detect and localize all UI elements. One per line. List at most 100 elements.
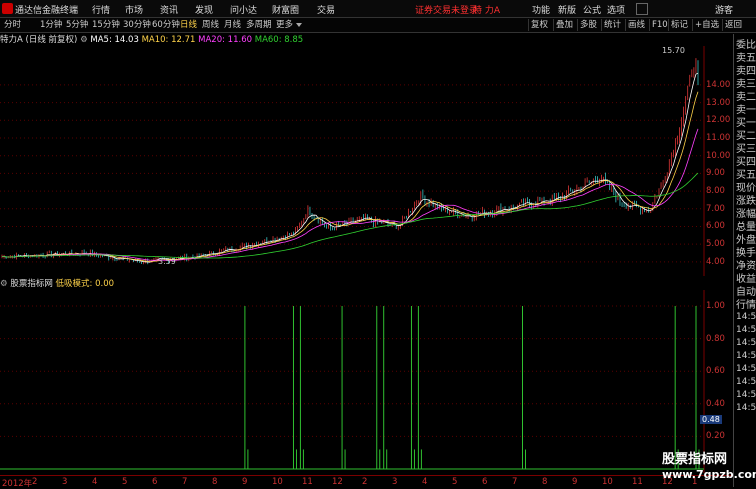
- chart-header: 特力A (日线 前复权) ⚙ MA5: 14.03 MA10: 12.71 MA…: [0, 34, 303, 46]
- ma20-label: MA20: 11.60: [198, 35, 253, 45]
- app-title: 通达信金融终端: [15, 6, 79, 16]
- date-label: 2012年: [2, 479, 33, 489]
- price-tick: 11.00: [706, 133, 731, 143]
- window-icon[interactable]: [636, 3, 648, 15]
- menu-shichang[interactable]: 市场: [125, 3, 143, 16]
- price-tick: 10.00: [706, 150, 731, 161]
- tick-time: 14:50: [736, 403, 756, 413]
- date-label: 6: [152, 477, 158, 487]
- period-weekly[interactable]: 周线: [202, 19, 219, 31]
- period-1min[interactable]: 1分钟: [40, 19, 62, 31]
- price-tick: 7.00: [706, 203, 725, 214]
- tick-time: 14:50: [736, 338, 756, 348]
- period-60min[interactable]: 60分钟: [152, 19, 180, 31]
- menu-gongshi[interactable]: 公式: [583, 3, 601, 16]
- date-label: 4: [92, 477, 98, 487]
- menu-faxian[interactable]: 发现: [195, 3, 213, 16]
- period-15min[interactable]: 15分钟: [92, 19, 120, 31]
- date-label: 10: [272, 477, 283, 487]
- stats-button[interactable]: 统计: [601, 19, 623, 31]
- menu-zixun[interactable]: 资讯: [160, 3, 178, 16]
- mark-button[interactable]: 标记: [668, 19, 690, 31]
- date-label: 5: [452, 477, 458, 487]
- gear-icon[interactable]: ⚙: [80, 35, 88, 45]
- tick-time: 14:50: [736, 364, 756, 374]
- price-tick: 5.00: [706, 239, 725, 250]
- date-label: 10: [602, 477, 613, 487]
- add-watchlist-button[interactable]: +自选: [692, 19, 721, 31]
- price-tick: 14.00: [706, 79, 731, 90]
- back-button[interactable]: 返回: [722, 19, 744, 31]
- app-logo-icon: [2, 3, 13, 14]
- high-price-label: 15.70: [662, 46, 685, 55]
- multi-stock-button[interactable]: 多股: [577, 19, 599, 31]
- draw-button[interactable]: 画线: [625, 19, 647, 31]
- chart-mode: (日线 前复权): [25, 35, 78, 45]
- sub-chart-header: ⚙ 股票指标网 低吸模式: 0.00: [0, 278, 114, 290]
- menu-xuanxiang[interactable]: 选项: [607, 3, 625, 16]
- login-status[interactable]: 证券交易未登录: [415, 3, 478, 16]
- menu-jiaoyi[interactable]: 交易: [317, 3, 335, 16]
- sub-current-value: 0.48: [700, 415, 722, 424]
- tick-time: 14:50: [736, 390, 756, 400]
- quote-panel: 委比 卖五 卖四 卖三 卖二 卖一 买一 买二 买三 买四 买五 现价 涨跌 涨幅 总量 外盘 换手 净资 收益 自动…: [733, 34, 756, 487]
- sub-tick: 0.60: [706, 366, 725, 377]
- tick-time: 14:50: [736, 351, 756, 361]
- date-label: 9: [242, 477, 248, 487]
- period-5min[interactable]: 5分钟: [66, 19, 88, 31]
- period-daily[interactable]: 日线: [180, 19, 197, 31]
- date-label: 8: [542, 477, 548, 487]
- sub-tick: 0.40: [706, 398, 725, 409]
- ma-line: [1, 172, 699, 259]
- period-monthly[interactable]: 月线: [224, 19, 241, 31]
- kline-chart[interactable]: [0, 46, 733, 276]
- tick-time: 14:50: [736, 325, 756, 335]
- price-tick: 13.00: [706, 97, 731, 108]
- price-tick: 9.00: [706, 168, 725, 179]
- indicator-chart[interactable]: [0, 290, 733, 473]
- overlay-button[interactable]: 叠加: [553, 19, 575, 31]
- sub-tick: 0.20: [706, 431, 725, 442]
- date-label: 6: [482, 477, 488, 487]
- ma5-label: MA5: 14.03: [90, 35, 139, 45]
- price-tick: 12.00: [706, 115, 731, 126]
- date-label: 7: [182, 477, 188, 487]
- menu-caifuquan[interactable]: 财富圈: [272, 3, 299, 16]
- price-tick: 8.00: [706, 186, 725, 197]
- sub-tick: 1.00: [706, 301, 725, 311]
- date-label: 9: [572, 477, 578, 487]
- f10-button[interactable]: F10: [649, 19, 670, 31]
- low-price-label: 3.59: [158, 257, 176, 266]
- date-label: 3: [392, 477, 398, 487]
- chevron-down-icon[interactable]: [296, 23, 302, 27]
- date-label: 3: [62, 477, 68, 487]
- fuquan-button[interactable]: 复权: [528, 19, 550, 31]
- menu-hangqing[interactable]: 行情: [92, 3, 110, 16]
- guest-label[interactable]: 游客: [715, 3, 733, 16]
- date-axis: 2012年 2 3 4 5 6 7 8 9 10 11 12 2 3 4 5 6 7 8 9 10 11 12 1: [0, 475, 733, 489]
- ma10-label: MA10: 12.71: [141, 35, 196, 45]
- menu-wenxiaoda[interactable]: 问小达: [230, 3, 257, 16]
- period-more[interactable]: 更多: [276, 19, 293, 31]
- date-label: 11: [632, 477, 643, 487]
- period-30min[interactable]: 30分钟: [123, 19, 151, 31]
- sub-title: 股票指标网: [10, 279, 53, 289]
- sub-indicator: 低吸模式: 0.00: [55, 279, 115, 289]
- menu-xinban[interactable]: 新版: [558, 3, 576, 16]
- sub-tick: 0.80: [706, 333, 725, 344]
- menu-gongneng[interactable]: 功能: [532, 3, 550, 16]
- date-label: 4: [422, 477, 428, 487]
- gear-icon-sub[interactable]: ⚙: [0, 279, 8, 289]
- period-multi[interactable]: 多周期: [246, 19, 272, 31]
- ma-line: [1, 128, 699, 261]
- quote-field-label: 行情: [736, 300, 756, 311]
- date-label: 2: [32, 477, 38, 487]
- period-toolbar: 分时 1分钟 5分钟 15分钟 30分钟 60分钟 日线 周线 月线 多周期 更…: [0, 18, 756, 33]
- watermark-line1: 股票指标网: [662, 452, 728, 467]
- date-label: 7: [512, 477, 518, 487]
- ma-line: [1, 72, 699, 263]
- menu-bar: 通达信金融终端 行情 市场 资讯 发现 问小达 财富圈 交易 证券交易未登录 特…: [0, 0, 756, 18]
- price-axis: 14.00 13.00 12.00 11.00 10.00 9.00 8.00 7.00 6.0…: [704, 46, 733, 276]
- period-fenshi[interactable]: 分时: [4, 19, 21, 31]
- price-tick: 6.00: [706, 221, 725, 232]
